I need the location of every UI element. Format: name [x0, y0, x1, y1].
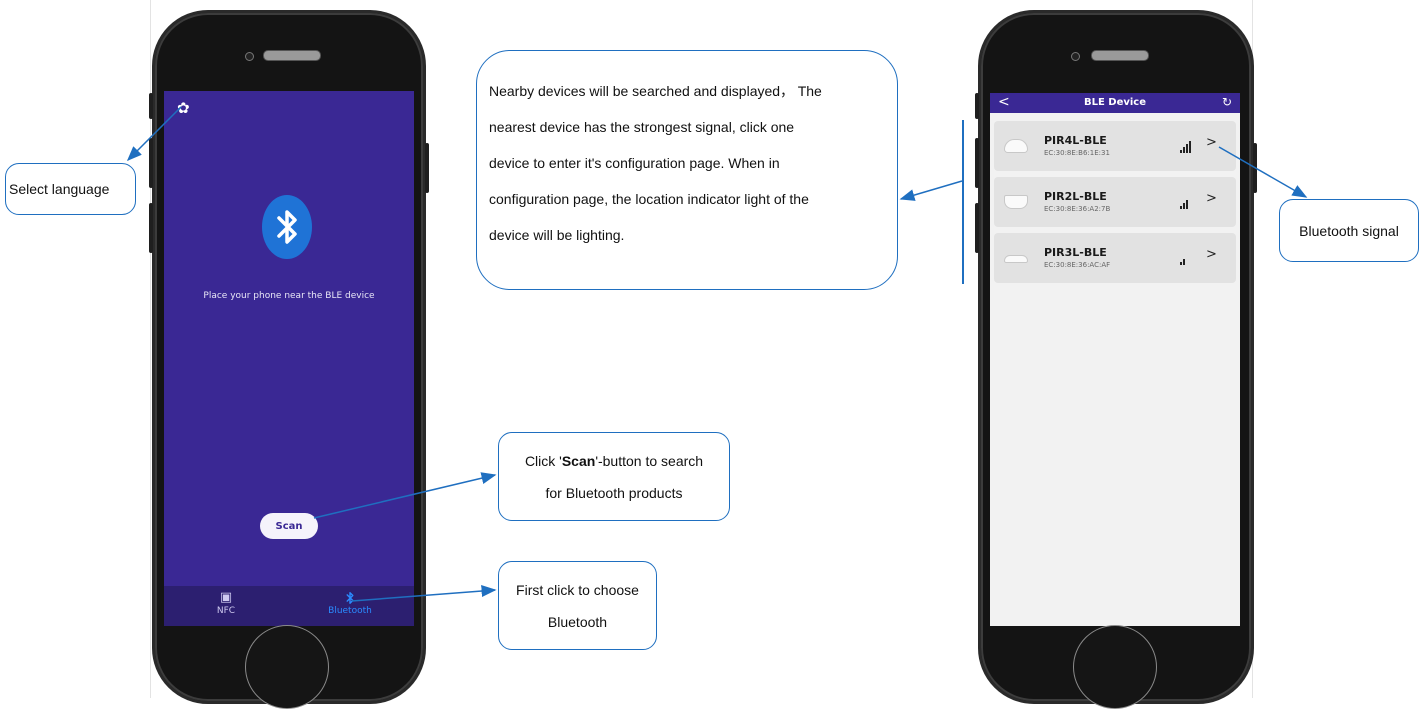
front-camera: [245, 52, 254, 61]
nfc-icon: ▣: [219, 590, 233, 605]
volume-button: [149, 138, 153, 188]
callout-bold: Scan: [561, 453, 596, 469]
signal-icon: [1180, 253, 1194, 265]
power-button: [425, 143, 429, 193]
device-row[interactable]: PIR2L-BLE EC:30:8E:36:A2:7B >: [994, 177, 1236, 227]
device-row[interactable]: PIR4L-BLE EC:30:8E:B6:1E:31 >: [994, 121, 1236, 171]
device-image: [1004, 139, 1028, 153]
callout-nearby-devices: Nearby devices will be searched and disp…: [476, 50, 898, 290]
device-image: [1004, 255, 1028, 263]
volume-button: [975, 203, 979, 253]
device-list: PIR4L-BLE EC:30:8E:B6:1E:31 > PIR2L-BLE …: [994, 121, 1236, 289]
device-row[interactable]: PIR3L-BLE EC:30:8E:36:AC:AF >: [994, 233, 1236, 283]
arrow-nearby: [899, 180, 963, 201]
signal-bar: [1189, 141, 1191, 153]
callout-scan: Click 'Scan'-button to search for Blueto…: [498, 432, 730, 521]
callout-text: '-button to search: [595, 453, 704, 469]
device-name: PIR2L-BLE: [1044, 190, 1107, 203]
tab-label: Bluetooth: [328, 606, 372, 616]
speaker: [263, 50, 321, 61]
signal-bar: [1180, 150, 1182, 153]
tab-label: NFC: [216, 606, 236, 616]
page-title: BLE Device: [1083, 97, 1147, 108]
home-screen: ✿ Place your phone near the BLE device S…: [164, 91, 414, 626]
signal-icon: [1180, 197, 1194, 209]
bluetooth-icon: [262, 195, 312, 259]
chevron-right-icon: >: [1206, 191, 1217, 206]
signal-bar: [1183, 203, 1185, 209]
power-button: [1253, 143, 1257, 193]
callout-select-language: Select language: [5, 163, 136, 215]
callout-text: Bluetooth signal: [1299, 222, 1399, 239]
signal-icon: [1180, 141, 1194, 153]
left-phone: ✿ Place your phone near the BLE device S…: [149, 10, 429, 709]
callout-line: configuration page, the location indicat…: [489, 191, 809, 207]
volume-button: [149, 203, 153, 253]
instruction-text: Place your phone near the BLE device: [203, 291, 375, 301]
gear-icon[interactable]: ✿: [177, 99, 190, 117]
callout-line: for Bluetooth products: [545, 485, 683, 501]
chevron-right-icon: >: [1206, 247, 1217, 262]
callout-bluetooth-tab: First click to choose Bluetooth: [498, 561, 657, 650]
tab-nfc[interactable]: ▣ NFC: [186, 590, 266, 616]
tab-bluetooth[interactable]: Bluetooth: [310, 590, 390, 616]
speaker: [1091, 50, 1149, 61]
device-name: PIR4L-BLE: [1044, 134, 1107, 147]
callout-line: First click to choose: [516, 582, 639, 598]
device-mac: EC:30:8E:B6:1E:31: [1044, 149, 1110, 157]
device-name: PIR3L-BLE: [1044, 246, 1107, 259]
scan-button[interactable]: Scan: [260, 513, 318, 539]
callout-line: device to enter it's configuration page.…: [489, 155, 780, 171]
chevron-right-icon: >: [1206, 135, 1217, 150]
signal-bar: [1183, 259, 1185, 265]
callout-line: nearest device has the strongest signal,…: [489, 119, 795, 135]
front-camera: [1071, 52, 1080, 61]
volume-button: [149, 93, 153, 119]
signal-bar: [1180, 206, 1182, 209]
device-image: [1004, 195, 1028, 209]
callout-line: Click 'Scan'-button to search: [499, 445, 729, 477]
signal-bar: [1186, 200, 1188, 209]
right-phone: < BLE Device ↻ PIR4L-BLE EC:30:8E:B6:1E:…: [975, 10, 1257, 709]
callout-line: Nearby devices will be searched and disp…: [489, 83, 822, 99]
signal-bar: [1183, 147, 1185, 153]
home-button[interactable]: [1073, 625, 1157, 709]
signal-bar: [1186, 144, 1188, 153]
tab-bar: ▣ NFC Bluetooth: [164, 586, 414, 626]
device-mac: EC:30:8E:36:A2:7B: [1044, 205, 1111, 213]
volume-button: [975, 93, 979, 119]
signal-bar: [1180, 262, 1182, 265]
callout-bluetooth-signal: Bluetooth signal: [1279, 199, 1419, 262]
callout-line: device will be lighting.: [489, 227, 625, 243]
home-button[interactable]: [245, 625, 329, 709]
bracket-line: [962, 120, 964, 284]
nav-bar: < BLE Device ↻: [990, 93, 1240, 113]
callout-text: Select language: [9, 181, 110, 197]
refresh-icon[interactable]: ↻: [1222, 95, 1232, 109]
callout-line: Bluetooth: [547, 614, 608, 630]
volume-button: [975, 138, 979, 188]
callout-text: Click ': [524, 453, 562, 469]
device-mac: EC:30:8E:36:AC:AF: [1044, 261, 1111, 269]
ble-device-screen: < BLE Device ↻ PIR4L-BLE EC:30:8E:B6:1E:…: [990, 93, 1240, 626]
bluetooth-icon: [310, 590, 390, 606]
